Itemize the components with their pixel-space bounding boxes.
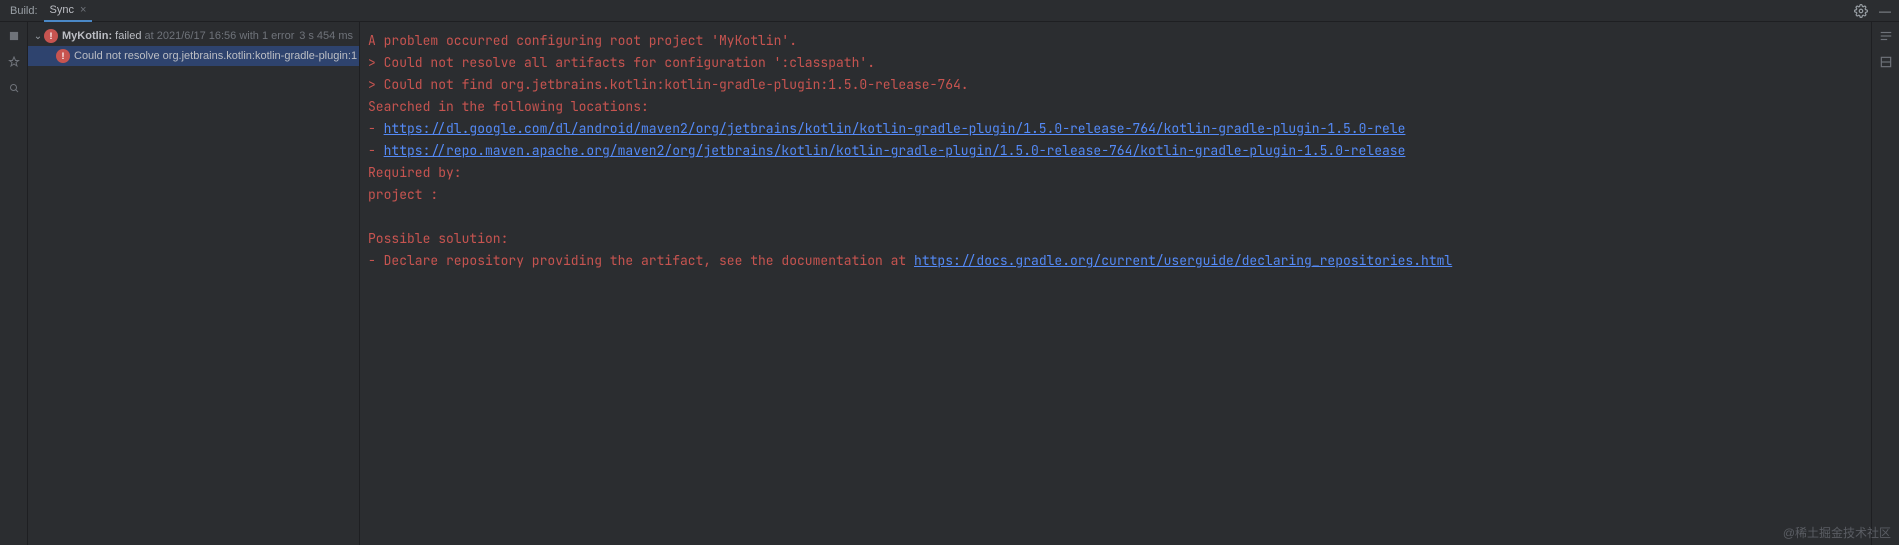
soft-wrap-icon[interactable]	[1878, 28, 1894, 44]
console-line: Required by:	[368, 164, 462, 181]
docs-link[interactable]: https://docs.gradle.org/current/userguid…	[914, 252, 1452, 269]
project-name: MyKotlin:	[62, 30, 112, 42]
solution-prefix: -	[368, 252, 384, 269]
console-line-prefix: -	[368, 120, 384, 137]
gear-icon[interactable]	[1853, 3, 1869, 19]
console-line: project :	[368, 186, 438, 203]
console-line: Could not find org.jetbrains.kotlin:kotl…	[384, 76, 969, 93]
minimize-icon[interactable]: —	[1877, 3, 1893, 19]
pin-icon[interactable]	[6, 54, 22, 70]
restart-icon[interactable]	[6, 28, 22, 44]
error-icon: !	[56, 49, 70, 63]
console-line: A problem occurred configuring root proj…	[368, 32, 797, 49]
close-icon[interactable]: ×	[80, 4, 86, 16]
repo-link[interactable]: https://repo.maven.apache.org/maven2/org…	[384, 142, 1406, 159]
error-icon: !	[44, 29, 58, 43]
chevron-down-icon[interactable]: ⌄	[32, 31, 44, 42]
filter-icon[interactable]	[6, 80, 22, 96]
console-line: Searched in the following locations:	[368, 98, 649, 115]
build-status: failed	[115, 30, 141, 42]
console-output: A problem occurred configuring root proj…	[360, 22, 1871, 545]
build-duration: 3 s 454 ms	[299, 30, 359, 42]
error-message: Could not resolve org.jetbrains.kotlin:k…	[74, 50, 357, 62]
watermark: @稀土掘金技术社区	[1783, 524, 1891, 541]
build-label: Build:	[4, 5, 44, 17]
header-bar: Build: Sync × —	[0, 0, 1899, 22]
tree-error-row[interactable]: ! Could not resolve org.jetbrains.kotlin…	[28, 46, 359, 66]
console-line-prefix: >	[368, 54, 384, 71]
tab-sync[interactable]: Sync ×	[44, 0, 93, 22]
console-line: Could not resolve all artifacts for conf…	[384, 54, 875, 71]
solution-text: Declare repository providing the artifac…	[384, 252, 914, 269]
console-line-prefix: -	[368, 142, 384, 159]
left-gutter	[0, 22, 28, 545]
right-gutter	[1871, 22, 1899, 545]
console-line-prefix: >	[368, 76, 384, 93]
build-timestamp: at 2021/6/17 16:56 with 1 error	[145, 30, 295, 42]
tab-label: Sync	[50, 4, 74, 16]
header-actions: —	[1853, 3, 1899, 19]
repo-link[interactable]: https://dl.google.com/dl/android/maven2/…	[384, 120, 1406, 137]
tree-root-row[interactable]: ⌄ ! MyKotlin: failed at 2021/6/17 16:56 …	[28, 26, 359, 46]
main-area: ⌄ ! MyKotlin: failed at 2021/6/17 16:56 …	[0, 22, 1899, 545]
solution-header: Possible solution:	[368, 230, 508, 247]
build-tree: ⌄ ! MyKotlin: failed at 2021/6/17 16:56 …	[28, 22, 360, 545]
scroll-to-end-icon[interactable]	[1878, 54, 1894, 70]
